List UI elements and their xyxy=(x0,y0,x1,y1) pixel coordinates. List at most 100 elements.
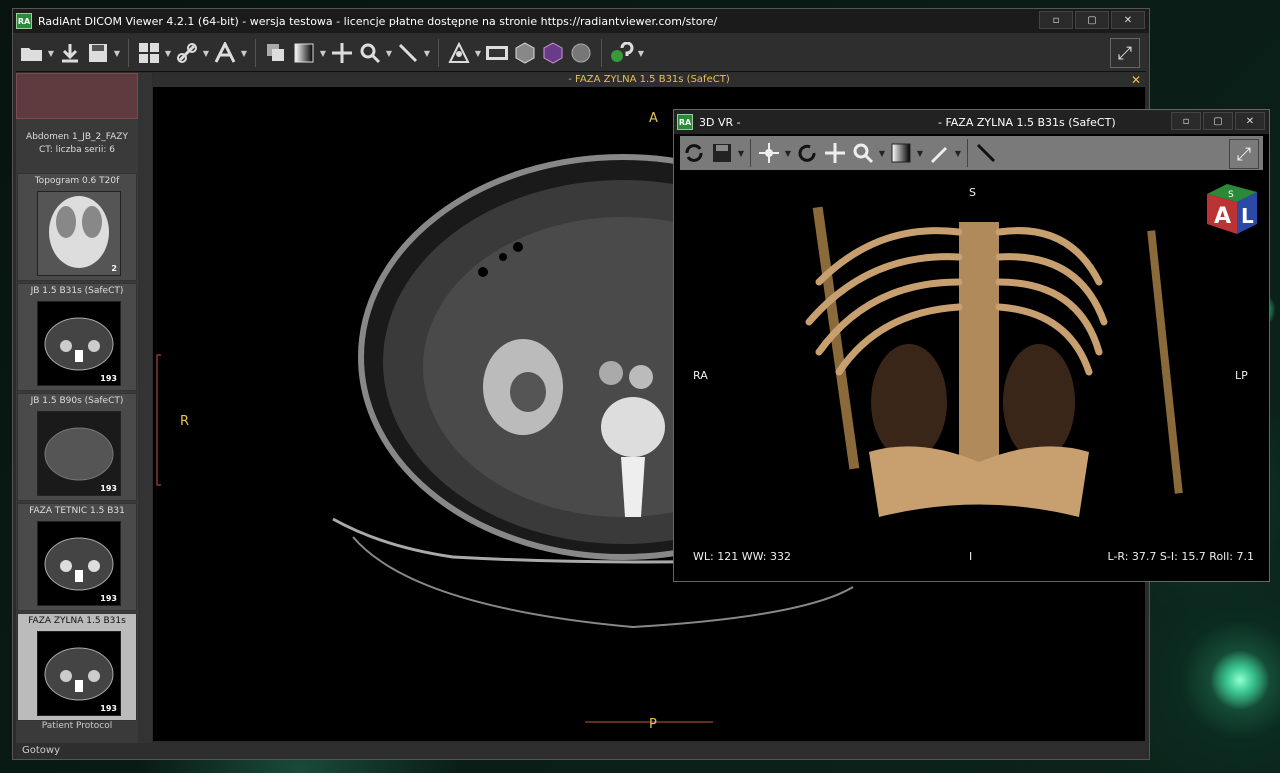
ruler-dropdown-icon[interactable]: ▼ xyxy=(422,49,432,58)
link-icon[interactable] xyxy=(173,39,201,67)
toolbar-separator xyxy=(601,39,602,67)
zoom-dropdown-icon[interactable]: ▼ xyxy=(384,49,394,58)
vr-rotation-readout: L-R: 37.7 S-I: 15.7 Roll: 7.1 xyxy=(1107,550,1254,563)
mpr3d-icon[interactable] xyxy=(511,39,539,67)
vr-save-icon[interactable] xyxy=(708,139,736,167)
series-image-count: 193 xyxy=(100,374,117,383)
background-glow xyxy=(1210,650,1270,710)
series-icon[interactable] xyxy=(262,39,290,67)
series-sidebar: Abdomen 1_JB_2_FAZY CT: liczba serii: 6 … xyxy=(16,73,139,743)
vr-rotate-icon[interactable] xyxy=(755,139,783,167)
series-thumbnail: 193 xyxy=(37,631,121,716)
series-item[interactable]: Topogram 0.6 T20f 2 xyxy=(17,173,137,281)
vr-window: RA 3D VR - - FAZA ZYLNA 1.5 B31s (SafeCT… xyxy=(673,109,1270,582)
cine-icon[interactable] xyxy=(483,39,511,67)
series-item[interactable]: JB 1.5 B31s (SafeCT) 193 xyxy=(17,283,137,391)
maximize-button[interactable]: ▢ xyxy=(1075,11,1109,29)
vr-minimize-button[interactable]: ▫ xyxy=(1171,112,1201,130)
zoom-icon[interactable] xyxy=(356,39,384,67)
orientation-top: A xyxy=(649,111,658,126)
sidebar-splitter[interactable] xyxy=(138,73,152,743)
toolbar-separator xyxy=(128,39,129,67)
vr-scalpel-dropdown-icon[interactable]: ▼ xyxy=(953,149,963,158)
volume-render xyxy=(805,206,1183,517)
vr-orientation-left: RA xyxy=(693,369,708,382)
vr-zoom-icon[interactable] xyxy=(849,139,877,167)
cube-top-label: S xyxy=(1228,190,1234,200)
layout-icon[interactable] xyxy=(135,39,163,67)
toolbar-separator xyxy=(438,39,439,67)
vr-titlebar: RA 3D VR - - FAZA ZYLNA 1.5 B31s (SafeCT… xyxy=(674,110,1269,134)
vr-zoom-dropdown-icon[interactable]: ▼ xyxy=(877,149,887,158)
status-bar: Gotowy xyxy=(16,743,1146,759)
fullscreen-icon[interactable]: ⤢ xyxy=(1110,38,1140,68)
toolbar-separator xyxy=(967,139,968,167)
orientation-cube-icon: S A L xyxy=(1207,184,1257,234)
patient-panel[interactable] xyxy=(16,73,138,119)
orientation-bottom: P xyxy=(649,717,657,732)
series-label: FAZA TETNIC 1.5 B31 xyxy=(29,506,125,516)
vr-orientation-right: LP xyxy=(1235,369,1248,382)
vr-viewport[interactable]: S A L S RA LP I WL: 121 WW: 332 L-R: 37.… xyxy=(679,172,1264,578)
vr-rotate-dropdown-icon[interactable]: ▼ xyxy=(783,149,793,158)
series-item-active[interactable]: FAZA ZYLNA 1.5 B31s 193 xyxy=(17,613,137,721)
text-icon[interactable] xyxy=(211,39,239,67)
vr-maximize-button[interactable]: ▢ xyxy=(1203,112,1233,130)
text-dropdown-icon[interactable]: ▼ xyxy=(239,49,249,58)
help-icon[interactable] xyxy=(608,39,636,67)
vr-fullscreen-icon[interactable]: ⤢ xyxy=(1229,139,1259,169)
vr-orientation-top: S xyxy=(969,186,976,199)
orientation-left: R xyxy=(180,414,190,429)
cube-front-label: A xyxy=(1214,204,1231,229)
vr-save-dropdown-icon[interactable]: ▼ xyxy=(736,149,746,158)
main-titlebar: RA RadiAnt DICOM Viewer 4.2.1 (64-bit) -… xyxy=(13,9,1149,33)
vr-close-button[interactable]: ✕ xyxy=(1235,112,1265,130)
vr-window-level-dropdown-icon[interactable]: ▼ xyxy=(915,149,925,158)
series-item[interactable]: FAZA TETNIC 1.5 B31 193 xyxy=(17,503,137,611)
layout-dropdown-icon[interactable]: ▼ xyxy=(163,49,173,58)
patient-protocol-label[interactable]: Patient Protocol xyxy=(16,721,138,731)
download-icon[interactable] xyxy=(56,39,84,67)
study-info[interactable]: Abdomen 1_JB_2_FAZY CT: liczba serii: 6 xyxy=(16,131,138,167)
folder-icon[interactable] xyxy=(18,39,46,67)
window-level-icon[interactable] xyxy=(290,39,318,67)
folder-dropdown-icon[interactable]: ▼ xyxy=(46,49,56,58)
vr-toolbar: ▼ ▼ ▼ ▼ ▼ ⤢ xyxy=(680,136,1263,170)
mpr-icon[interactable] xyxy=(445,39,473,67)
toolbar-separator xyxy=(750,139,751,167)
vr-pan-icon[interactable] xyxy=(821,139,849,167)
series-image-count: 2 xyxy=(111,264,117,273)
vr-scalpel-icon[interactable] xyxy=(925,139,953,167)
fusion-icon[interactable] xyxy=(567,39,595,67)
close-button[interactable]: ✕ xyxy=(1111,11,1145,29)
help-dropdown-icon[interactable]: ▼ xyxy=(636,49,646,58)
vr-window-level-icon[interactable] xyxy=(887,139,915,167)
save-icon[interactable] xyxy=(84,39,112,67)
series-image-count: 193 xyxy=(100,704,117,713)
app-logo: RA xyxy=(16,13,32,29)
toolbar-separator xyxy=(255,39,256,67)
3d-icon[interactable] xyxy=(539,39,567,67)
vr-wl-ww: WL: 121 WW: 332 xyxy=(693,550,792,563)
ruler-icon[interactable] xyxy=(394,39,422,67)
vr-orientation-bottom: I xyxy=(969,550,973,563)
series-label: FAZA ZYLNA 1.5 B31s xyxy=(28,616,126,626)
vr-ruler-icon[interactable] xyxy=(972,139,1000,167)
minimize-button[interactable]: ▫ xyxy=(1039,11,1073,29)
series-label: JB 1.5 B90s (SafeCT) xyxy=(30,396,124,406)
mpr-dropdown-icon[interactable]: ▼ xyxy=(473,49,483,58)
series-image-count: 193 xyxy=(100,484,117,493)
link-dropdown-icon[interactable]: ▼ xyxy=(201,49,211,58)
vr-roll-icon[interactable] xyxy=(793,139,821,167)
vr-series-title: - FAZA ZYLNA 1.5 B31s (SafeCT) xyxy=(938,116,1116,129)
pan-icon[interactable] xyxy=(328,39,356,67)
viewport-header: - FAZA ZYLNA 1.5 B31s (SafeCT) xyxy=(153,73,1145,87)
window-title: RadiAnt DICOM Viewer 4.2.1 (64-bit) - we… xyxy=(38,14,718,28)
vr-app-logo: RA xyxy=(677,114,693,130)
series-image-count: 193 xyxy=(100,594,117,603)
window-level-dropdown-icon[interactable]: ▼ xyxy=(318,49,328,58)
viewport-close-icon[interactable]: ✕ xyxy=(1131,73,1141,87)
save-dropdown-icon[interactable]: ▼ xyxy=(112,49,122,58)
series-item[interactable]: JB 1.5 B90s (SafeCT) 193 xyxy=(17,393,137,501)
rotate-reset-icon[interactable] xyxy=(680,139,708,167)
